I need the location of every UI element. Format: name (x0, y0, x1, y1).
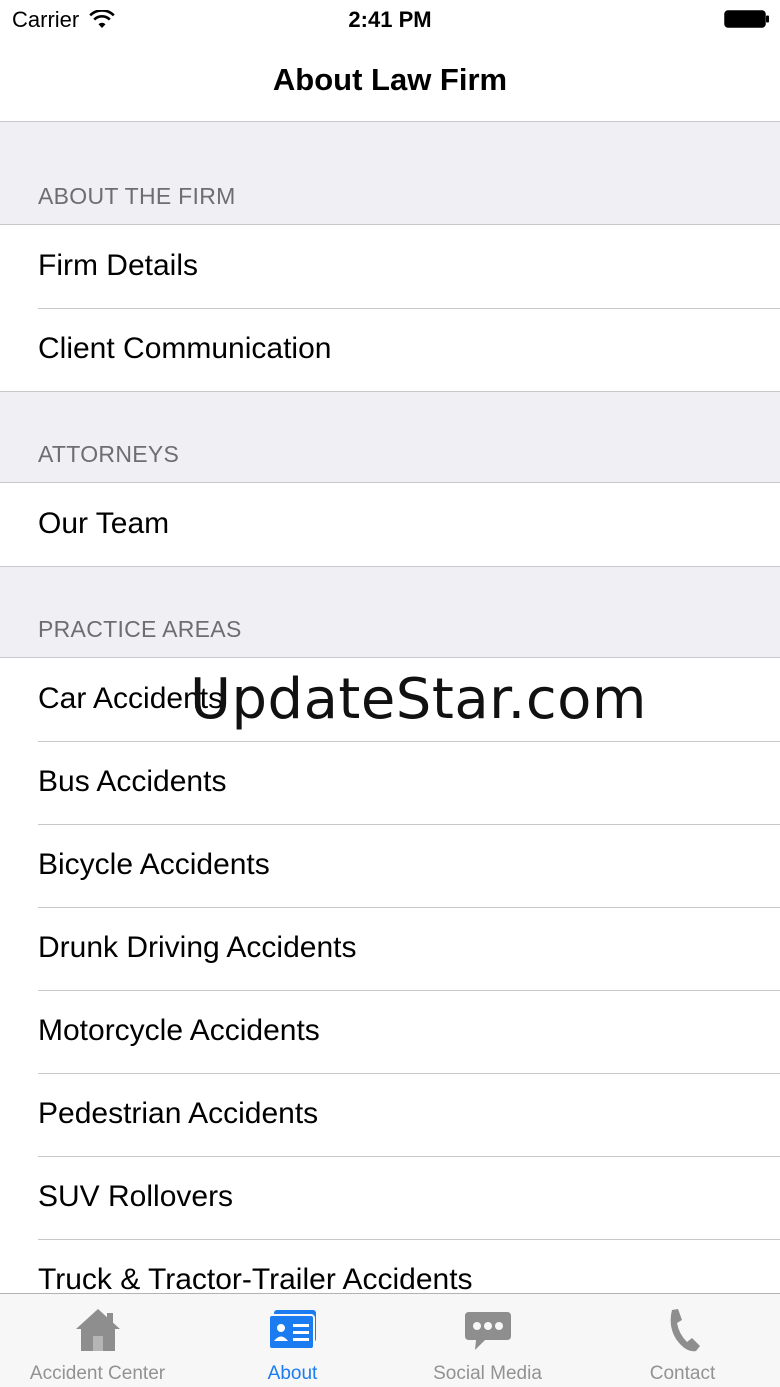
list-item-label: Client Communication (38, 332, 332, 365)
list-item-label: Bicycle Accidents (38, 848, 270, 881)
section-header-label: ABOUT THE FIRM (38, 183, 236, 209)
list-item-label: Our Team (38, 507, 170, 540)
tab-label: Social Media (433, 1363, 542, 1384)
list-item-drunk-driving-accidents[interactable]: Drunk Driving Accidents (0, 907, 780, 990)
screen: Carrier 2:41 PM About Law Firm ABOUT THE… (0, 0, 780, 1387)
contact-card-icon (267, 1310, 316, 1350)
battery-icon (724, 10, 769, 28)
list-item-label: Drunk Driving Accidents (38, 931, 357, 964)
list-item-label: Bus Accidents (38, 765, 227, 798)
list-item-suv-rollovers[interactable]: SUV Rollovers (0, 1156, 780, 1239)
list-item-our-team[interactable]: Our Team (0, 483, 780, 566)
list-item-car-accidents[interactable]: Car Accidents (0, 658, 780, 741)
list-item-bus-accidents[interactable]: Bus Accidents (0, 741, 780, 824)
page-title: About Law Firm (272, 62, 508, 97)
section-header-attorneys: ATTORNEYS (0, 392, 780, 483)
tab-about[interactable]: About (195, 1294, 390, 1387)
section-about-the-firm: Firm Details Client Communication (0, 225, 780, 392)
list-item-label: Pedestrian Accidents (38, 1097, 319, 1130)
tab-label: About (267, 1363, 318, 1384)
list-item-pedestrian-accidents[interactable]: Pedestrian Accidents (0, 1073, 780, 1156)
section-header-label: PRACTICE AREAS (38, 616, 242, 642)
tab-contact[interactable]: Contact (585, 1294, 780, 1387)
chat-bubble-icon (464, 1312, 511, 1350)
navigation-bar: About Law Firm (0, 40, 780, 122)
tab-label: Accident Center (29, 1363, 166, 1384)
tab-social-media[interactable]: Social Media (390, 1294, 585, 1387)
list-item-label: Firm Details (38, 249, 199, 282)
section-header-label: ATTORNEYS (38, 441, 180, 467)
list-item-bicycle-accidents[interactable]: Bicycle Accidents (0, 824, 780, 907)
status-bar: Carrier 2:41 PM (0, 0, 780, 40)
table-view[interactable]: ABOUT THE FIRM Firm Details Client Commu… (0, 122, 780, 1294)
section-practice-areas: Car Accidents Bus Accidents Bicycle Acci… (0, 658, 780, 1294)
list-item-firm-details[interactable]: Firm Details (0, 225, 780, 308)
section-header-practice-areas: PRACTICE AREAS (0, 567, 780, 658)
list-item-label: Truck & Tractor-Trailer Accidents (38, 1263, 473, 1294)
section-header-about-the-firm: ABOUT THE FIRM (0, 122, 780, 225)
tab-bar: Accident Center About Social Media Conta… (0, 1293, 780, 1387)
tab-label: Contact (649, 1363, 716, 1384)
house-icon (75, 1309, 120, 1351)
list-item-motorcycle-accidents[interactable]: Motorcycle Accidents (0, 990, 780, 1073)
tab-accident-center[interactable]: Accident Center (0, 1294, 195, 1387)
list-item-label: Car Accidents (38, 682, 224, 715)
section-attorneys: Our Team (0, 483, 780, 567)
list-item-client-communication[interactable]: Client Communication (0, 308, 780, 391)
list-item-truck-tractor-trailer-accidents[interactable]: Truck & Tractor-Trailer Accidents (0, 1239, 780, 1294)
status-time: 2:41 PM (348, 7, 432, 32)
phone-icon (670, 1309, 700, 1352)
list-item-label: SUV Rollovers (38, 1180, 234, 1213)
list-item-label: Motorcycle Accidents (38, 1014, 320, 1047)
